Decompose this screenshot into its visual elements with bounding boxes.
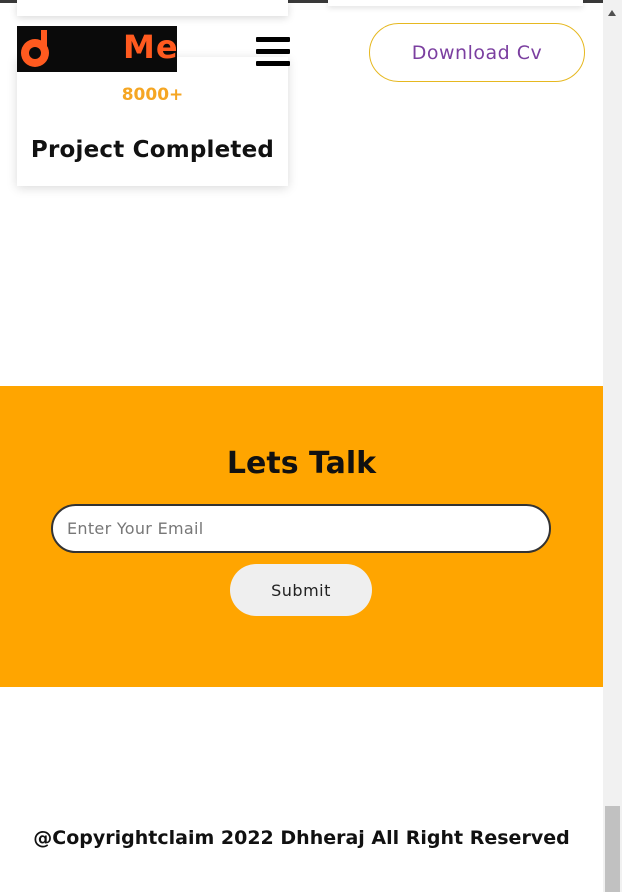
stat-card: 8000+ Project Completed: [17, 57, 288, 186]
logo-text: Me: [123, 28, 177, 66]
stat-card-partial: [17, 0, 288, 16]
scrollbar-thumb[interactable]: [605, 806, 620, 892]
hamburger-icon[interactable]: [256, 36, 290, 68]
email-input[interactable]: [51, 504, 551, 553]
submit-button[interactable]: Submit: [230, 564, 372, 616]
copyright-text: @Copyrightclaim 2022 Dhheraj All Right R…: [33, 827, 570, 849]
stat-card-partial-right: [328, 0, 583, 6]
page: 8000+ Project Completed Me Download Cv L…: [0, 0, 603, 892]
contact-title: Lets Talk: [226, 446, 377, 481]
contact-section: Lets Talk Submit: [0, 386, 603, 687]
stat-label: Project Completed: [30, 137, 275, 163]
scrollbar[interactable]: [603, 0, 622, 892]
download-cv-button[interactable]: Download Cv: [369, 23, 585, 82]
logo-mark-icon: [21, 30, 49, 67]
hamburger-bar: [256, 61, 290, 66]
hamburger-bar: [256, 49, 290, 54]
scroll-up-arrow-icon[interactable]: [608, 10, 616, 16]
stat-number: 8000+: [121, 85, 184, 105]
logo[interactable]: Me: [17, 26, 177, 72]
hamburger-bar: [256, 37, 290, 42]
